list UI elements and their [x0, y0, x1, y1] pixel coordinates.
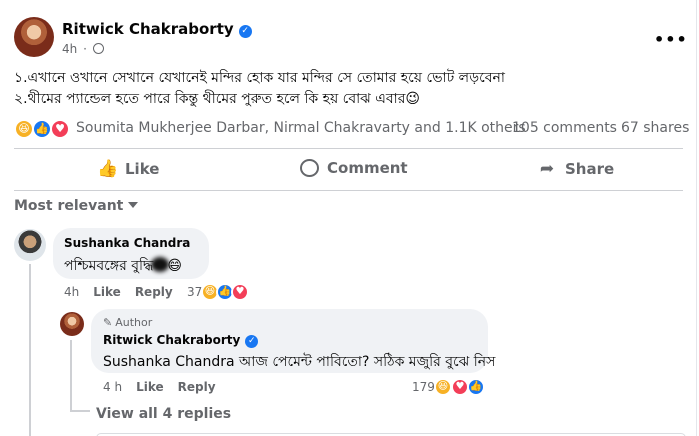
comment-bubble-icon: [300, 159, 319, 177]
chevron-down-icon: [128, 202, 139, 208]
post-card: Ritwick Chakraborty ✓ 4h · ••• ১.এখানে ওখ…: [0, 0, 697, 436]
globe-icon: [92, 43, 104, 54]
comment-button-label: Comment: [327, 159, 408, 177]
author-tag: ✎ Author: [103, 316, 152, 329]
comment-time[interactable]: 4h: [64, 285, 79, 299]
share-button[interactable]: ➦ Share: [537, 159, 614, 179]
post-author-name[interactable]: Ritwick Chakraborty: [62, 20, 234, 38]
comment-button[interactable]: Comment: [300, 159, 408, 177]
view-all-replies-link[interactable]: View all 4 replies: [96, 406, 231, 422]
reply-author-avatar[interactable]: [60, 312, 84, 336]
reply-text: Sushanka Chandra আজ পেমেন্ট পাবিতো? সঠিক…: [103, 350, 495, 374]
reply-reaction-count[interactable]: 179: [412, 380, 435, 394]
haha-reaction-icon: 😆: [14, 119, 34, 139]
like-button[interactable]: 👍 Like: [97, 159, 159, 179]
author-tag-label: Author: [115, 316, 153, 329]
more-options-icon[interactable]: •••: [654, 30, 688, 49]
comment-reaction-count[interactable]: 37: [187, 285, 202, 299]
love-reaction-icon: ♥: [50, 119, 70, 139]
comment-reply-button[interactable]: Reply: [135, 285, 173, 299]
reply-body: আজ পেমেন্ট পাবিতো? সঠিক মজুরি বুঝে নিস: [234, 354, 496, 370]
comment-text-before: পশ্চিমবঙ্গের বুদ্ধি: [64, 258, 154, 274]
reply-actions: 4 h Like Reply: [103, 380, 216, 394]
like-reaction-icon: 👍: [467, 378, 485, 396]
divider: [14, 148, 683, 149]
shares-count[interactable]: 67 shares: [621, 120, 689, 136]
commenter-avatar[interactable]: [14, 229, 46, 261]
comment-text-after: 😄: [167, 258, 182, 274]
thread-line: [70, 410, 90, 412]
post-meta: 4h ·: [62, 42, 104, 56]
reaction-icons[interactable]: 😆 👍 ♥: [14, 119, 74, 139]
reply-time[interactable]: 4 h: [103, 380, 122, 394]
divider: [14, 190, 683, 191]
like-reaction-icon: 👍: [32, 119, 52, 139]
reply-like-button[interactable]: Like: [136, 380, 164, 394]
thumbs-up-icon: 👍: [97, 159, 119, 179]
comment-text: পশ্চিমবঙ্গের বুদ্ধি 😄: [64, 254, 182, 278]
love-reaction-icon: ♥: [231, 283, 249, 301]
share-button-label: Share: [565, 160, 615, 178]
comment-like-button[interactable]: Like: [93, 285, 121, 299]
post-text-line-2: ২.থীমের প্যান্ডেল হতে পারে কিন্তু থীমের …: [14, 91, 421, 107]
thread-line: [70, 340, 72, 412]
reply-reply-button[interactable]: Reply: [178, 380, 216, 394]
like-button-label: Like: [125, 160, 160, 178]
thread-line: [29, 264, 31, 436]
post-text-line-1: ১.এখানে ওখানে সেখানে যেখানেই মন্দির হোক …: [14, 70, 505, 86]
reaction-summary[interactable]: Soumita Mukherjee Darbar, Nirmal Chakrav…: [76, 120, 526, 136]
sort-label: Most relevant: [14, 198, 124, 214]
post-time[interactable]: 4h: [62, 42, 77, 56]
haha-reaction-icon: 😆: [434, 378, 452, 396]
verified-badge-icon: ✓: [245, 335, 259, 348]
reply-author[interactable]: Ritwick Chakraborty: [103, 333, 240, 347]
share-arrow-icon: ➦: [539, 159, 555, 179]
reply-mention[interactable]: Sushanka Chandra: [103, 354, 235, 370]
sort-dropdown[interactable]: Most relevant: [14, 198, 139, 214]
comment-actions: 4h Like Reply: [64, 285, 173, 299]
author-avatar[interactable]: [14, 17, 54, 57]
comment-author[interactable]: Sushanka Chandra: [64, 236, 190, 250]
pencil-icon: ✎: [103, 316, 113, 329]
verified-badge-icon: ✓: [238, 25, 252, 38]
comments-count[interactable]: 105 comments: [512, 120, 617, 136]
